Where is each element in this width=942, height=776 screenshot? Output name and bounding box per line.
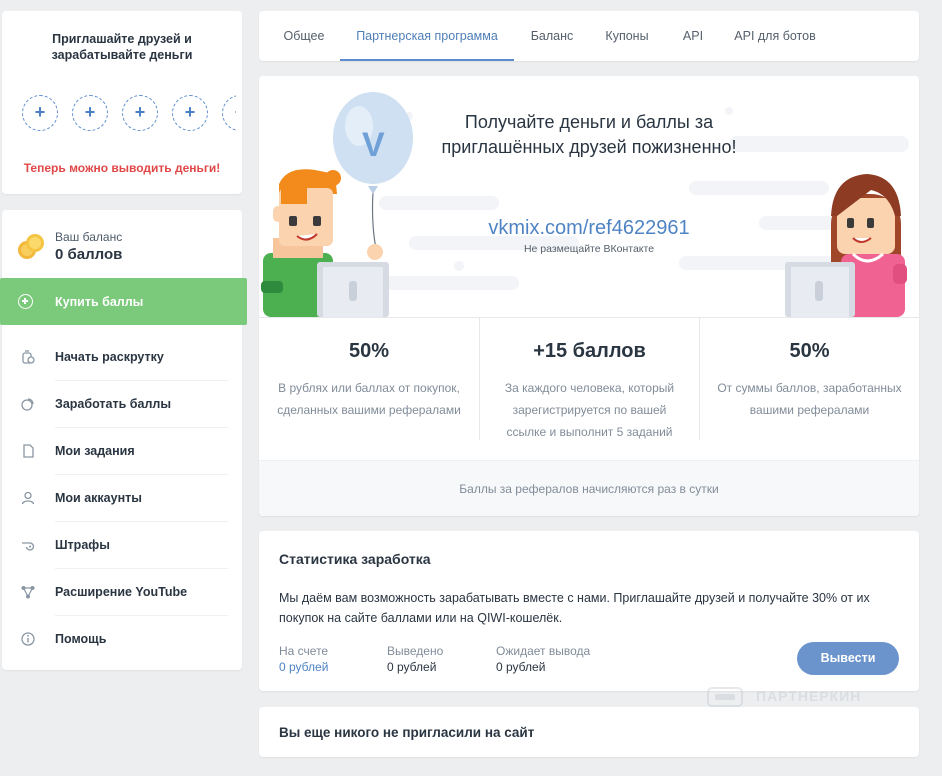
sidebar-menu: Ваш баланс 0 баллов Купить баллы Начать … [0, 210, 247, 670]
sidebar-item-help[interactable]: Помощь [2, 616, 242, 663]
balloon-letter: V [362, 126, 385, 164]
pending-label: Ожидает вывода [496, 644, 591, 658]
sidebar-item-earn-points[interactable]: Заработать баллы [2, 381, 242, 428]
tab-general[interactable]: Общее [275, 11, 333, 61]
rocket-icon [22, 350, 35, 364]
withdraw-available-message: Теперь можно выводить деньги! [23, 161, 221, 175]
sidebar-item-youtube-extension[interactable]: Расширение YouTube [2, 569, 242, 616]
earnings-card: Статистика заработка Мы даём вам возможн… [259, 531, 919, 691]
invite-title: Приглашайте друзей и зарабатывайте деньг… [2, 31, 242, 63]
earnings-description: Мы даём вам возможность зарабатывать вме… [279, 591, 870, 625]
watermark-logo-icon [707, 687, 743, 707]
sidebar-item-my-tasks[interactable]: Мои задания [2, 428, 242, 475]
invite-friends-card: Приглашайте друзей и зарабатывайте деньг… [2, 11, 242, 194]
tab-api-bots[interactable]: API для ботов [727, 11, 823, 61]
balance-label: Ваш баланс [55, 230, 123, 244]
coins-balance-icon [18, 234, 44, 259]
withdrawn-value: 0 рублей [387, 660, 437, 674]
referral-note: Не размещайте ВКонтакте [523, 243, 655, 255]
stat-purchases: 50% В рублях или баллах от покупок, сдел… [259, 318, 479, 440]
stat-bonus: +15 баллов За каждого человека, который … [479, 318, 699, 440]
stat-description: В рублях или баллах от покупок, сделанны… [277, 381, 461, 417]
plus-circle-icon [18, 294, 33, 309]
tabs-bar: Общее Партнерская программа Баланс Купон… [259, 11, 919, 61]
invite-slots: + + + + + [22, 95, 236, 131]
watermark-text: ПАРТНЕРКИН [756, 688, 862, 704]
invite-slot-add-icon[interactable]: + [22, 95, 58, 131]
pending-value: 0 рублей [496, 660, 546, 674]
stat-description: За каждого человека, который зарегистрир… [504, 381, 675, 439]
tab-coupons[interactable]: Купоны [596, 11, 658, 61]
buy-points-label: Купить баллы [55, 295, 144, 309]
whistle-icon [22, 542, 35, 551]
invite-title-line1: Приглашайте друзей и [52, 32, 192, 46]
tab-balance[interactable]: Баланс [524, 11, 580, 61]
user-icon [21, 491, 35, 505]
no-invites-card: Вы еще никого не пригласили на сайт [259, 707, 919, 757]
invite-title-line2: зарабатывайте деньги [51, 48, 193, 62]
sidebar-item-label: Мои задания [55, 444, 135, 458]
on-account-label: На счете [279, 644, 329, 658]
buy-points-button[interactable]: Купить баллы [0, 278, 247, 325]
sidebar-item-label: Помощь [55, 632, 107, 646]
earnings-title: Статистика заработка [279, 551, 431, 567]
hero-headline: Получайте деньги и баллы за приглашённых… [409, 110, 769, 160]
withdrawn-stat: Выведено 0 рублей [387, 643, 443, 675]
referral-link[interactable]: vkmix.com/ref4622961 [409, 217, 769, 240]
sidebar-item-fines[interactable]: Штрафы [2, 522, 242, 569]
invite-slot-add-icon[interactable]: + [122, 95, 158, 131]
partner-stats: 50% В рублях или баллах от покупок, сдел… [259, 317, 919, 460]
sidebar-item-label: Штрафы [55, 538, 110, 552]
stat-description: От суммы баллов, заработанных вашими реф… [717, 381, 902, 417]
withdrawn-label: Выведено [387, 644, 444, 658]
invite-slot-add-icon[interactable]: + [72, 95, 108, 131]
tab-api[interactable]: API [675, 11, 711, 61]
balance-value: 0 баллов [55, 246, 123, 263]
stat-value: 50% [789, 340, 830, 362]
sidebar-item-label: Мои аккаунты [55, 491, 142, 505]
stat-points-share: 50% От суммы баллов, заработанных вашими… [699, 318, 919, 440]
sidebar-item-label: Начать раскрутку [55, 350, 164, 364]
sidebar-item-start-promotion[interactable]: Начать раскрутку [2, 334, 242, 381]
hero-headline-line1: Получайте деньги и баллы за [464, 112, 714, 132]
tab-partner-program[interactable]: Партнерская программа [340, 11, 514, 61]
stat-value: +15 баллов [533, 340, 646, 362]
on-account-stat: На счете 0 рублей [279, 643, 328, 675]
pending-stat: Ожидает вывода 0 рублей [496, 643, 590, 675]
hero-headline-line2: приглашённых друзей пожизненно! [441, 137, 737, 157]
withdraw-button[interactable]: Вывести [797, 642, 899, 675]
info-icon [21, 632, 35, 646]
invite-slot-add-icon[interactable]: + [172, 95, 208, 131]
no-invites-text: Вы еще никого не пригласили на сайт [279, 725, 535, 740]
sidebar-item-label: Расширение YouTube [55, 585, 188, 599]
invite-slot-add-icon[interactable]: + [222, 95, 236, 131]
share-icon [21, 586, 35, 599]
watermark: ПАРТНЕРКИН [706, 686, 896, 710]
sidebar-item-my-accounts[interactable]: Мои аккаунты [2, 475, 242, 522]
partner-program-card: V Получайте деньги и баллы за приглашённ… [259, 76, 919, 516]
coins-icon [21, 398, 34, 411]
stat-value: 50% [348, 340, 390, 362]
stats-footer-note: Баллы за рефералов начисляются раз в сут… [259, 460, 919, 516]
sidebar-item-label: Заработать баллы [55, 397, 171, 411]
on-account-value[interactable]: 0 рублей [279, 659, 328, 675]
document-icon [23, 444, 34, 458]
